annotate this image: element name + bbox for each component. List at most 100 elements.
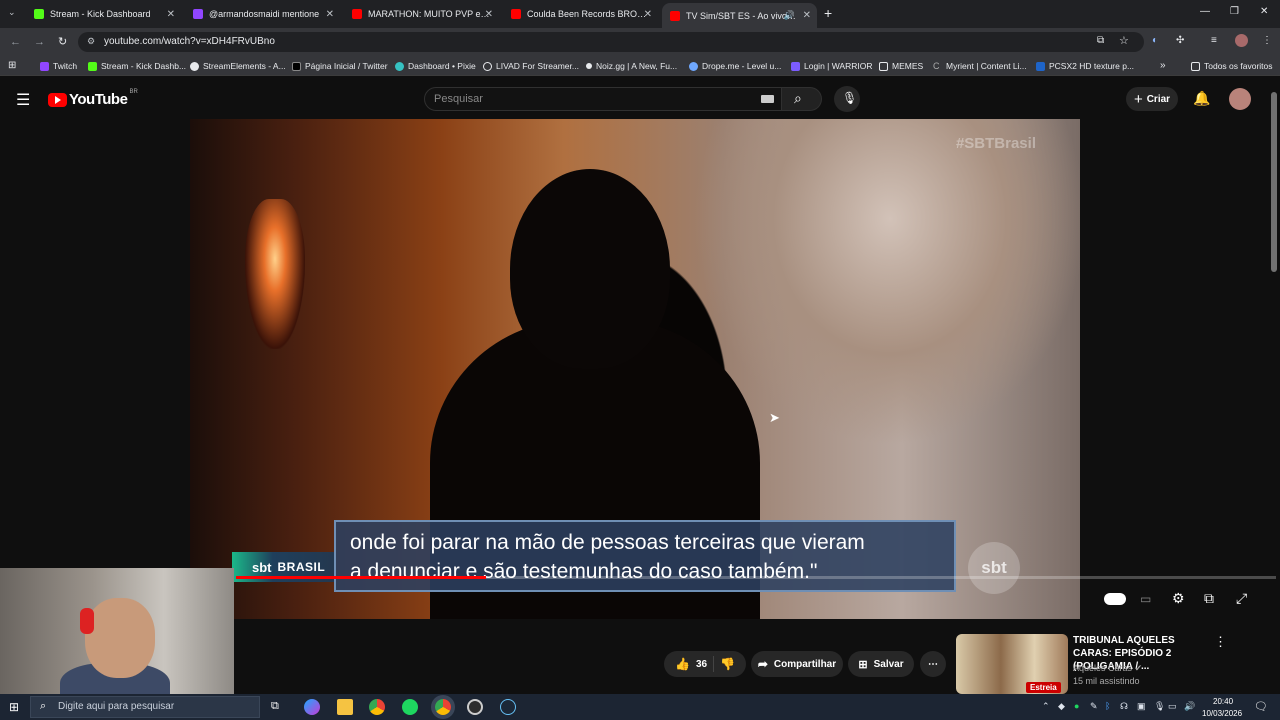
bookmark-noiz[interactable]: Noiz.gg | A New, Fu... [586,61,677,71]
tab-title: Stream - Kick Dashboard [50,9,151,19]
close-icon[interactable]: ✕ [644,9,652,20]
sbt-logo: sbt [968,542,1020,594]
url-text[interactable]: youtube.com/watch?v=xDH4FRvUBno [104,36,275,47]
more-dots-icon: ⋯ [928,658,938,670]
copilot-icon[interactable] [304,699,320,715]
tray-app-icon[interactable]: ◆ [1058,701,1065,712]
tray-pen-icon[interactable]: ✎ [1090,701,1098,712]
folder-icon [1191,61,1200,71]
close-icon[interactable]: ✕ [326,9,334,20]
network-icon[interactable]: ▭ [1168,701,1177,712]
install-app-icon[interactable]: ⧉ [1097,35,1104,46]
apps-grid-icon[interactable]: ⊞ [8,60,16,71]
chrome-icon[interactable] [369,699,385,715]
bookmark-twitter[interactable]: Página Inicial / Twitter [292,61,388,71]
bookmark-star-icon[interactable]: ☆ [1119,34,1129,47]
bookmark-kick[interactable]: Stream - Kick Dashb... [88,61,186,71]
share-button[interactable]: ➦ Compartilhar [751,651,843,677]
tray-spotify-icon[interactable]: ● [1074,701,1079,711]
profile-avatar[interactable] [1235,34,1248,47]
media-controls-icon[interactable]: ≡ [1211,35,1217,46]
save-button[interactable]: ⊞ Salvar [848,651,914,677]
site-info-icon[interactable]: ⚙ [87,36,95,47]
keyboard-icon[interactable] [761,95,774,103]
like-button[interactable]: 👍 36 [675,657,707,671]
tray-mic-icon[interactable]: 🎙 [1154,701,1165,712]
file-explorer-icon[interactable] [337,699,353,715]
new-tab-button[interactable]: + [824,5,832,21]
tab-title: Coulda Been Records BROOKL [527,9,650,19]
bookmark-drope[interactable]: Drope.me - Level u... [689,61,781,71]
menu-dots-icon[interactable]: ⋮ [1262,35,1272,46]
spotify-icon[interactable] [402,699,418,715]
bookmark-livad[interactable]: LIVAD For Streamer... [483,61,579,71]
clock-date[interactable]: 10/03/2026 [1202,709,1242,718]
suggested-menu-icon[interactable]: ⋮ [1214,634,1227,650]
miniplayer-icon[interactable]: ⧉ [1204,590,1214,607]
taskbar-search-placeholder: Digite aqui para pesquisar [58,701,175,712]
obs-icon[interactable] [467,699,483,715]
reload-icon[interactable]: ↻ [58,35,67,48]
youtube-logo[interactable]: YouTube BR [48,89,138,108]
tray-monitor-icon[interactable]: ▣ [1137,701,1146,712]
bookmark-pixie[interactable]: Dashboard • Pixie [395,61,476,71]
hamburger-menu-icon[interactable]: ☰ [16,90,30,110]
bookmark-myrient[interactable]: C Myrient | Content Li... [933,61,1027,71]
bookmark-folder-memes[interactable]: MEMES [879,61,923,71]
tab-coulda-been[interactable]: Coulda Been Records BROOKL ✕ [503,3,658,25]
extensions-puzzle-icon[interactable]: ✣ [1176,35,1184,46]
tray-chevron-icon[interactable]: ⌃ [1042,701,1050,712]
close-icon[interactable]: ✕ [485,9,493,20]
task-view-icon[interactable]: ⧉ [271,700,279,713]
search-button[interactable] [782,87,822,111]
bookmark-label: Twitch [53,61,78,71]
settings-gear-icon[interactable]: ⚙ [1172,590,1185,607]
volume-icon[interactable]: 🔊 [1184,701,1195,712]
tab-sbt-live[interactable]: TV Sim/SBT ES - Ao vivo - Y 🔊 ✕ [662,3,817,28]
window-close-icon[interactable]: ✕ [1260,6,1268,17]
subtitles-icon[interactable]: ▭ [1140,592,1151,606]
bookmark-label: Página Inicial / Twitter [305,61,388,71]
bookmark-label: Myrient | Content Li... [946,61,1027,71]
restore-icon[interactable]: ❐ [1230,6,1239,17]
more-bookmarks-icon[interactable]: » [1160,60,1166,71]
extension-icon[interactable]: ◐ [1152,35,1158,46]
clock-time[interactable]: 20:40 [1213,697,1233,706]
like-count: 36 [695,658,708,670]
notifications-bell-icon[interactable]: 🔔 [1193,90,1210,107]
notification-center-icon[interactable]: 🗨 [1254,700,1268,713]
bookmark-label: PCSX2 HD texture p... [1049,61,1135,71]
autoplay-toggle[interactable] [1104,593,1126,605]
share-label: Compartilhar [773,658,837,670]
bluetooth-icon[interactable]: ᛒ [1105,701,1110,711]
create-button[interactable]: + Criar [1126,87,1178,111]
more-actions-button[interactable]: ⋯ [920,651,946,677]
bookmark-twitch[interactable]: Twitch [40,61,77,71]
minimize-icon[interactable]: — [1200,6,1210,17]
steam-icon[interactable] [500,699,516,715]
tab-kick[interactable]: Stream - Kick Dashboard ✕ [26,3,181,25]
tab-search-icon[interactable]: ⌄ [8,7,16,18]
chrome-active-icon[interactable] [435,699,451,715]
youtube-icon [352,9,362,19]
bookmark-pcsx2[interactable]: PCSX2 HD texture p... [1036,61,1134,71]
tab-marathon[interactable]: MARATHON: MUITO PVP e EVE ✕ [344,3,499,25]
bookmark-warrior[interactable]: Login | WARRIOR [791,61,873,71]
suggested-video-channel[interactable]: Aqueles Caras ✔ [1073,663,1142,674]
windows-start-icon[interactable]: ⊞ [9,700,19,714]
fullscreen-icon[interactable]: ⤢ [1236,590,1247,607]
tab-twitch[interactable]: @armandosmaidi mentione ✕ [185,3,340,25]
tray-headset-icon[interactable]: ☊ [1120,701,1128,712]
all-bookmarks-folder[interactable]: Todos os favoritos [1191,61,1273,71]
bookmark-label: Drope.me - Level u... [702,61,782,71]
bookmark-streamelements[interactable]: StreamElements - A... [190,61,286,71]
close-icon[interactable]: ✕ [167,9,175,20]
thumbs-down-icon[interactable]: 👎 [720,657,735,671]
page-scrollbar[interactable] [1271,92,1277,272]
speaker-icon[interactable]: 🔊 [784,10,795,21]
account-avatar[interactable] [1229,88,1251,110]
back-icon[interactable]: ← [10,36,21,48]
close-icon[interactable]: ✕ [803,10,811,21]
verified-icon: ✔ [1134,663,1143,673]
forward-icon[interactable]: → [34,36,45,48]
